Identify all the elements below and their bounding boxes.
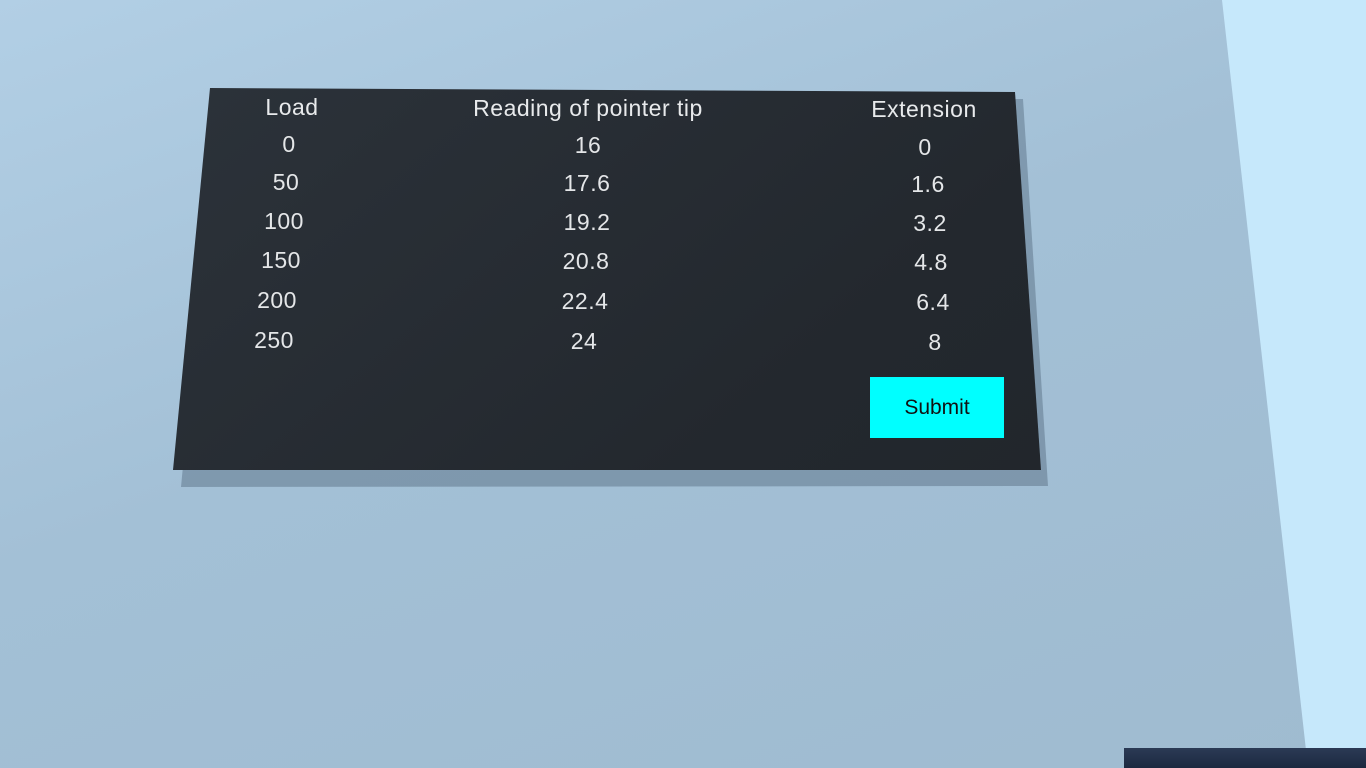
- submit-button[interactable]: Submit: [870, 377, 1004, 438]
- header-extension: Extension: [871, 96, 977, 122]
- cell-reading: 16: [574, 132, 602, 158]
- cell-extension: 4.8: [914, 249, 948, 275]
- scene-background: Load Reading of pointer tip Extension 0 …: [0, 0, 1366, 768]
- cell-reading: 19.2: [563, 209, 611, 235]
- cell-load: 50: [272, 169, 300, 195]
- cell-load: 200: [257, 287, 297, 313]
- header-load: Load: [265, 94, 319, 120]
- cell-extension: 8: [928, 329, 942, 355]
- header-reading: Reading of pointer tip: [473, 95, 703, 121]
- cell-reading: 17.6: [563, 170, 611, 196]
- cell-extension: 6.4: [916, 289, 950, 315]
- cell-reading: 22.4: [561, 288, 609, 314]
- cell-extension: 0: [918, 134, 932, 160]
- cell-load: 0: [282, 131, 296, 157]
- cell-load: 150: [261, 247, 301, 273]
- cell-load: 100: [264, 208, 304, 234]
- cell-load: 250: [254, 327, 294, 353]
- cell-reading: 20.8: [562, 248, 610, 274]
- cell-extension: 1.6: [911, 171, 945, 197]
- floor-object: [1124, 748, 1366, 768]
- cell-extension: 3.2: [913, 210, 947, 236]
- cell-reading: 24: [570, 328, 598, 354]
